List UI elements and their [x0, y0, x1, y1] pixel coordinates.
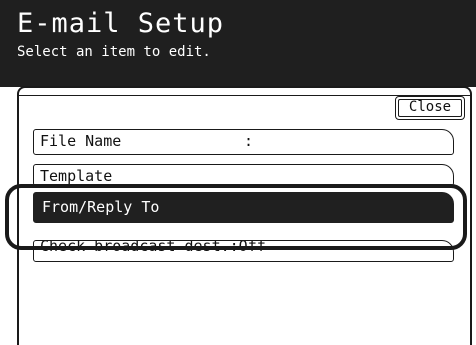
menu-item-label: File Name: [40, 132, 122, 150]
selection-callout: [5, 184, 467, 250]
screen-subtitle: Select an item to edit.: [17, 44, 211, 60]
menu-item-label: Template: [40, 167, 113, 185]
close-button-label: Close: [408, 99, 452, 115]
screen-header: E-mail Setup Select an item to edit.: [0, 0, 476, 87]
screen-title: E-mail Setup: [17, 8, 225, 39]
file-name-value: :: [244, 132, 254, 150]
menu-item-file-name[interactable]: File Name :: [33, 129, 454, 155]
menu-item-template[interactable]: Template: [33, 164, 454, 186]
close-button[interactable]: Close: [395, 96, 465, 120]
